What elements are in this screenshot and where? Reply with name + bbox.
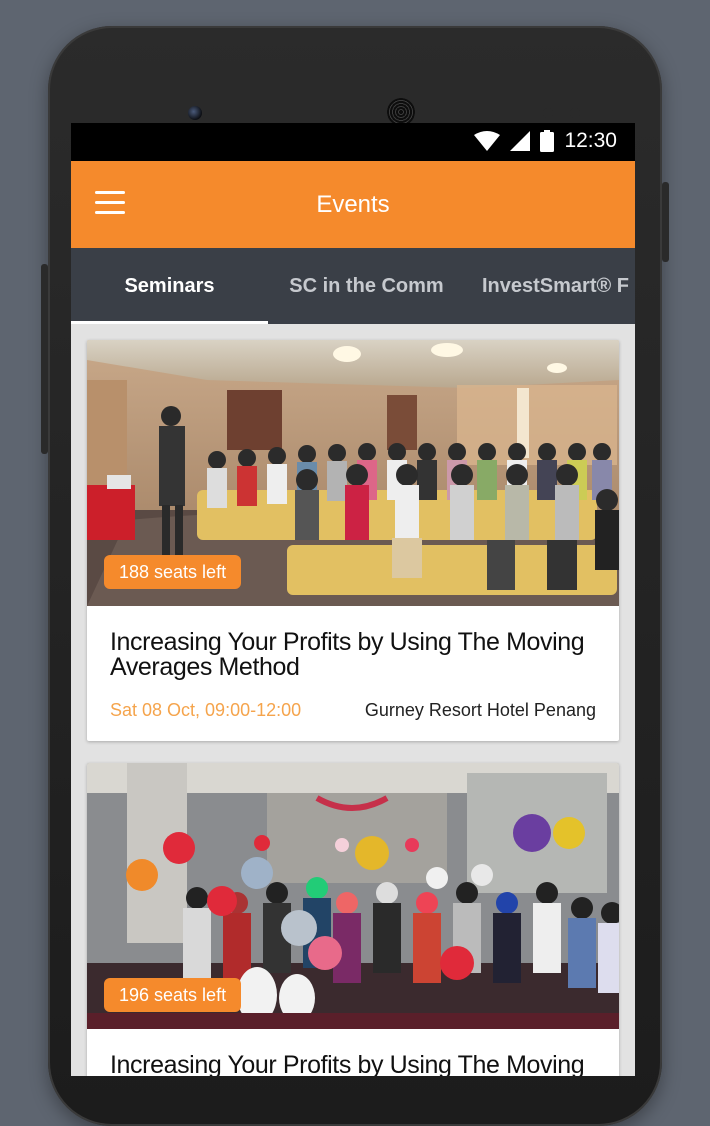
volume-button [41, 264, 48, 454]
phone-screen: 12:30 Events Seminars SC in the Comm Inv… [71, 123, 635, 1076]
event-card[interactable]: 188 seats left Increasing Your Profits b… [87, 340, 619, 741]
app-bar: Events [71, 161, 635, 248]
event-date: Sat 08 Oct, 09:00-12:00 [110, 700, 302, 720]
tab-investsmart[interactable]: InvestSmart® F [465, 248, 635, 324]
event-card[interactable]: 196 seats left Increasing Your Profits b… [87, 763, 619, 1076]
light-sensor [570, 108, 580, 118]
tab-sc-in-the-community[interactable]: SC in the Comm [268, 248, 465, 324]
power-button [662, 182, 669, 262]
tab-bar: Seminars SC in the Comm InvestSmart® F [71, 248, 635, 324]
battery-icon [540, 130, 555, 152]
proximity-sensor [543, 108, 553, 118]
status-time: 12:30 [564, 129, 617, 152]
seats-left-badge: 188 seats left [104, 555, 242, 589]
page-title: Events [316, 191, 390, 218]
event-photo: 188 seats left [87, 340, 619, 606]
event-title: Increasing Your Profits by Using The Mov… [110, 628, 585, 681]
event-photo: 196 seats left [87, 763, 619, 1029]
seats-left-badge: 196 seats left [104, 978, 242, 1012]
wifi-icon [474, 131, 501, 151]
event-title: Increasing Your Profits by Using The Mov… [110, 1051, 585, 1077]
status-bar: 12:30 [71, 123, 635, 161]
front-camera [188, 106, 202, 120]
event-venue: Gurney Resort Hotel Penang [364, 700, 596, 720]
cell-signal-icon [510, 131, 531, 151]
earpiece-speaker [387, 98, 415, 126]
tab-seminars[interactable]: Seminars [71, 248, 268, 324]
